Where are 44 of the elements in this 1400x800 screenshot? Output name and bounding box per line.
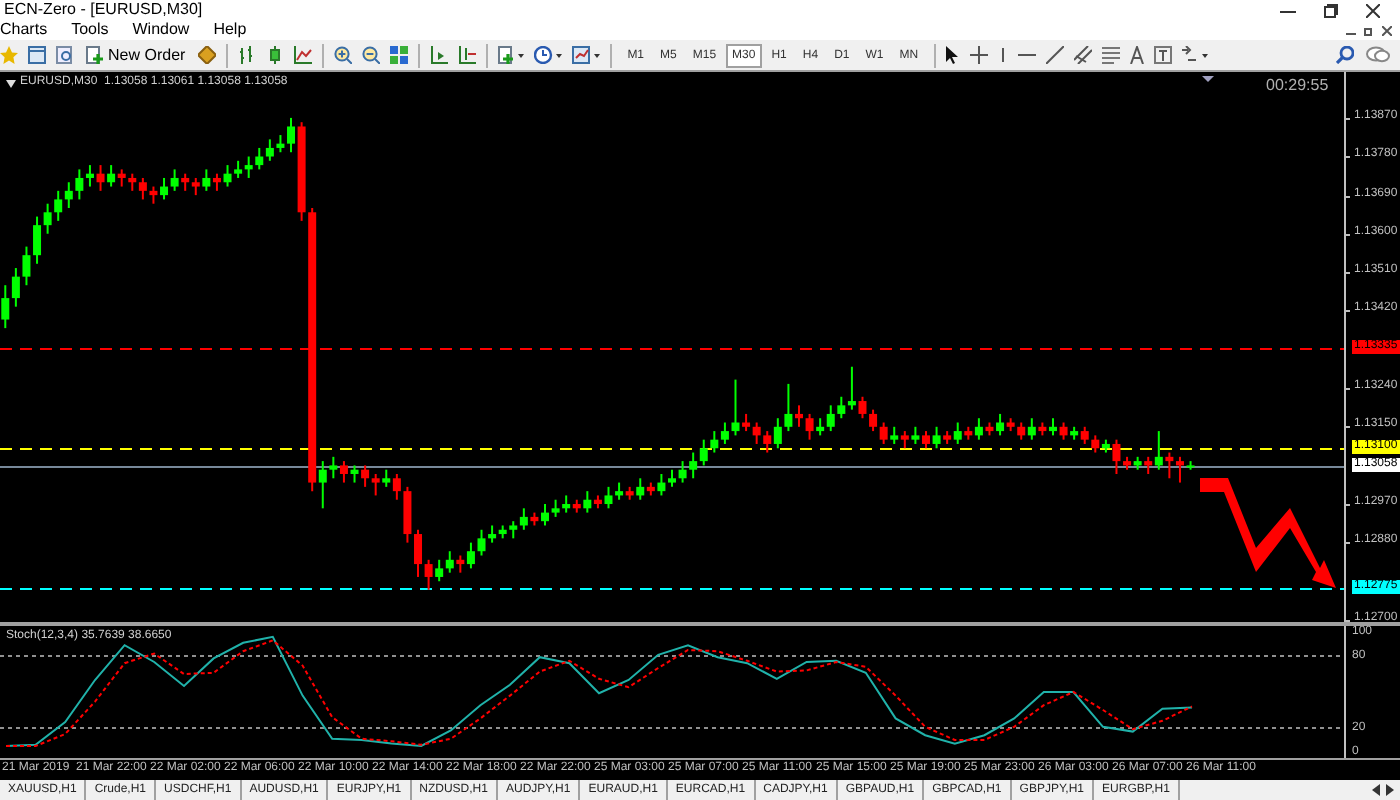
cursor-icon[interactable] [946, 46, 961, 64]
magnifier-page-icon[interactable] [56, 46, 74, 64]
window-title: ECN-Zero - [EURUSD,M30] [4, 0, 203, 20]
menu-item[interactable]: Tools [71, 20, 109, 40]
star-icon[interactable] [0, 46, 18, 64]
down-arrow [1200, 478, 1336, 588]
bar-chart-icon[interactable] [237, 46, 256, 64]
text-label-icon[interactable] [1154, 46, 1173, 64]
shift-marker-icon [1202, 76, 1214, 82]
document-plus-icon[interactable] [86, 46, 104, 64]
channel-icon[interactable] [1074, 46, 1093, 64]
chart-shift-icon[interactable] [429, 46, 448, 64]
autoscroll-icon[interactable] [457, 46, 476, 64]
restore-icon[interactable] [1324, 3, 1338, 17]
scroll-left-icon[interactable] [1372, 784, 1380, 796]
template-icon[interactable] [571, 46, 600, 64]
restore-icon[interactable] [1364, 25, 1374, 35]
line-chart-icon[interactable] [293, 46, 312, 64]
zoom-in-icon[interactable] [333, 46, 352, 64]
indicator-add-icon[interactable] [497, 46, 524, 64]
scroll-right-icon[interactable] [1386, 784, 1394, 796]
vertical-line-icon[interactable] [998, 46, 1009, 64]
clock-icon[interactable] [533, 46, 562, 64]
arrows-icon[interactable] [1182, 46, 1209, 64]
menu-item[interactable]: Charts [0, 20, 48, 40]
menu-item[interactable]: Help [213, 20, 247, 40]
menu-item[interactable]: Window [132, 20, 190, 40]
close-icon[interactable] [1366, 3, 1380, 17]
close-icon[interactable] [1382, 25, 1392, 35]
search-icon[interactable] [1336, 46, 1354, 64]
dropdown-icon[interactable] [6, 79, 16, 87]
trendline-icon[interactable] [1046, 46, 1065, 64]
crosshair-icon[interactable] [970, 46, 989, 64]
candlestick-icon[interactable] [265, 46, 284, 64]
countdown-timer: 00:29:55 [1266, 76, 1329, 94]
horizontal-line-icon[interactable] [1018, 50, 1037, 60]
fibonacci-icon[interactable] [1102, 46, 1121, 64]
new-order-button[interactable]: New Order [84, 42, 188, 68]
zoom-out-icon[interactable] [361, 46, 380, 64]
chat-icon[interactable] [1366, 46, 1390, 64]
text-icon[interactable] [1130, 46, 1145, 64]
diamond-icon[interactable] [197, 46, 216, 64]
window-icon[interactable] [28, 46, 46, 64]
tile-windows-icon[interactable] [389, 46, 408, 64]
